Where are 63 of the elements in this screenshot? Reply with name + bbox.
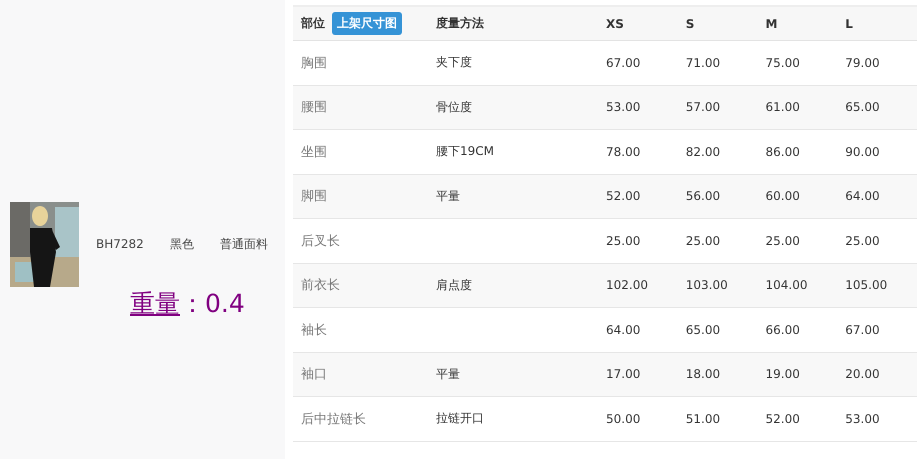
table-cell: 53.00: [606, 100, 640, 114]
table-cell: 66.00: [766, 322, 800, 337]
table-cell: 51.00: [686, 412, 720, 426]
column-header: XS: [606, 16, 624, 30]
table-cell: 后中拉链长: [301, 412, 366, 427]
product-color: 黑色: [170, 236, 194, 252]
table-cell: 102.00: [606, 278, 648, 292]
weight-link[interactable]: 重量: [130, 288, 180, 318]
table-cell: 79.00: [845, 56, 880, 70]
table-cell: 胸围: [301, 56, 327, 71]
column-header: 部位: [301, 16, 325, 30]
table-cell: 65.00: [845, 100, 880, 114]
table-cell: 17.00: [606, 367, 640, 382]
table-cell: 56.00: [686, 189, 720, 204]
table-cell: 拉链开口: [436, 411, 484, 426]
table-cell: 25.00: [766, 234, 800, 248]
table-cell: 78.00: [606, 144, 640, 159]
table-cell: 86.00: [766, 144, 800, 159]
table-cell: 18.00: [686, 367, 720, 382]
table-cell: 20.00: [845, 367, 880, 382]
table-cell: 脚围: [301, 189, 327, 204]
table-cell: 腰围: [301, 100, 327, 116]
table-cell: 25.00: [845, 234, 880, 248]
table-cell: 71.00: [686, 56, 720, 70]
table-cell: 前衣长: [301, 278, 340, 294]
table-cell: 25.00: [606, 234, 640, 248]
table-cell: 104.00: [766, 278, 808, 292]
table-cell: 平量: [436, 188, 460, 203]
table-cell: 64.00: [845, 189, 880, 204]
table-cell: 67.00: [606, 56, 640, 70]
table-cell: 骨位度: [436, 100, 472, 114]
table-cell: 肩点度: [436, 278, 472, 292]
column-header: L: [845, 16, 853, 30]
table-cell: 52.00: [606, 189, 640, 204]
weight-value: ：0.4: [180, 288, 245, 318]
table-cell: 53.00: [845, 412, 880, 426]
table-cell: 61.00: [766, 100, 800, 114]
table-cell: 坐围: [301, 144, 327, 160]
table-cell: 袖口: [301, 367, 327, 382]
table-cell: 103.00: [686, 278, 728, 292]
table-cell: 75.00: [766, 56, 800, 70]
table-cell: 65.00: [686, 322, 720, 337]
table-cell: 袖长: [301, 322, 327, 338]
table-cell: 后叉长: [301, 234, 340, 249]
table-cell: 105.00: [845, 278, 888, 292]
table-cell: 82.00: [686, 144, 720, 159]
table-cell: 19.00: [766, 367, 800, 382]
table-cell: 67.00: [845, 322, 880, 337]
product-code: BH7282: [96, 237, 144, 251]
table-cell: 平量: [436, 366, 460, 381]
table-cell: 60.00: [766, 189, 800, 204]
table-cell: 50.00: [606, 412, 640, 426]
table-cell: 64.00: [606, 322, 640, 337]
table-cell: 25.00: [686, 234, 720, 248]
column-header: S: [686, 16, 694, 30]
table-cell: 夹下度: [436, 55, 472, 70]
table-cell: 52.00: [766, 412, 800, 426]
table-cell: 90.00: [845, 144, 880, 159]
product-fabric: 普通面料: [220, 236, 268, 252]
table-cell: 腰下19CM: [436, 144, 494, 158]
column-header: M: [766, 16, 778, 30]
column-header: 度量方法: [436, 16, 484, 30]
table-cell: 57.00: [686, 100, 720, 114]
